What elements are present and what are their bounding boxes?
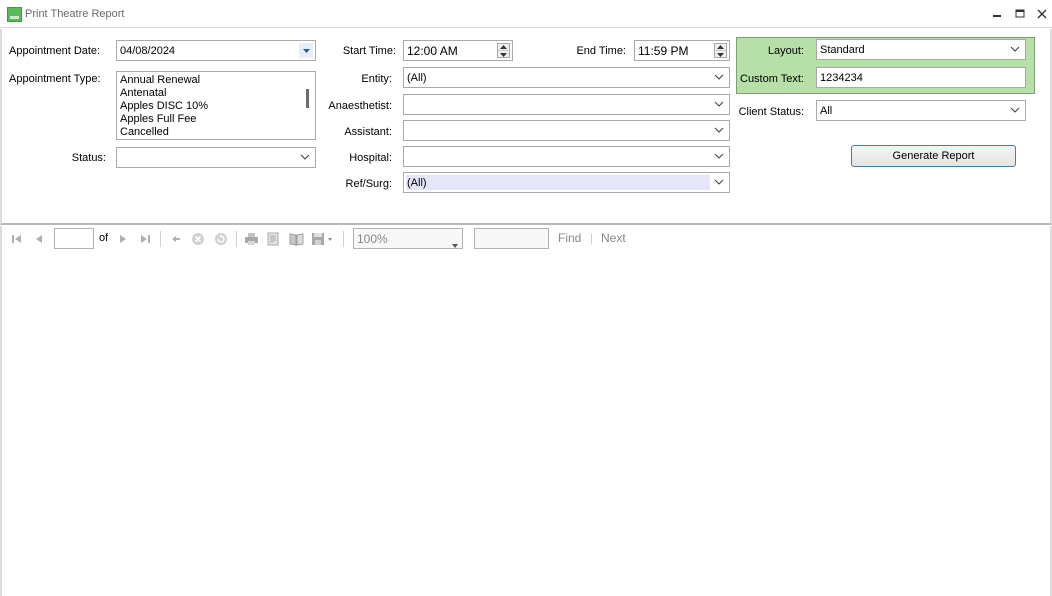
find-link[interactable]: Find bbox=[558, 231, 581, 245]
anaesthetist-select[interactable] bbox=[403, 94, 730, 115]
export-icon[interactable] bbox=[311, 231, 335, 247]
maximize-icon bbox=[1015, 9, 1025, 18]
start-time-spinner[interactable] bbox=[497, 43, 510, 58]
ref-surg-value: (All) bbox=[407, 177, 427, 189]
close-button[interactable] bbox=[1031, 5, 1052, 23]
start-time-input[interactable]: 12:00 AM bbox=[403, 40, 513, 61]
report-toolbar: of 100% Find | Next bbox=[0, 226, 1052, 251]
layout-label: Layout: bbox=[767, 45, 804, 57]
find-separator: | bbox=[590, 231, 594, 245]
client-status-select[interactable]: All bbox=[816, 100, 1026, 121]
toolbar-separator bbox=[343, 231, 344, 247]
toolbar-separator bbox=[236, 231, 237, 247]
chevron-down-icon bbox=[714, 99, 724, 109]
anaesthetist-label: Anaesthetist: bbox=[328, 100, 392, 112]
print-layout-icon[interactable] bbox=[265, 231, 281, 247]
last-page-icon[interactable] bbox=[137, 231, 153, 247]
print-icon[interactable] bbox=[243, 231, 259, 247]
custom-text-input[interactable]: 1234234 bbox=[816, 67, 1026, 88]
custom-text-label: Custom Text: bbox=[740, 73, 804, 85]
hospital-select[interactable] bbox=[403, 146, 730, 167]
list-item[interactable]: Annual Renewal bbox=[117, 74, 315, 87]
status-label: Status: bbox=[71, 152, 106, 164]
page-setup-icon[interactable] bbox=[288, 231, 304, 247]
ref-surg-select[interactable]: (All) bbox=[403, 172, 730, 193]
layout-value: Standard bbox=[820, 44, 865, 56]
selection-highlight bbox=[406, 175, 710, 190]
minimize-button[interactable] bbox=[986, 5, 1008, 23]
back-icon[interactable] bbox=[168, 231, 184, 247]
find-input[interactable] bbox=[474, 228, 549, 249]
generate-report-button[interactable]: Generate Report bbox=[851, 145, 1016, 167]
maximize-button[interactable] bbox=[1009, 5, 1031, 23]
previous-page-icon[interactable] bbox=[31, 231, 47, 247]
appointment-date-picker[interactable]: 04/08/2024 bbox=[116, 40, 316, 61]
appointment-date-value: 04/08/2024 bbox=[120, 45, 176, 57]
spin-up-icon[interactable] bbox=[715, 44, 726, 51]
chevron-down-icon bbox=[714, 125, 724, 135]
spin-down-icon[interactable] bbox=[498, 51, 509, 58]
start-time-value: 12:00 AM bbox=[407, 44, 458, 58]
list-item[interactable]: Cancelled bbox=[117, 126, 315, 139]
first-page-icon[interactable] bbox=[9, 231, 25, 247]
client-status-value: All bbox=[820, 105, 833, 117]
chevron-down-icon bbox=[714, 151, 724, 161]
title-bar: Print Theatre Report bbox=[0, 0, 1052, 28]
list-item[interactable]: Apples DISC 10% bbox=[117, 100, 315, 113]
list-item[interactable]: Antenatal bbox=[117, 87, 315, 100]
refresh-icon[interactable] bbox=[213, 231, 229, 247]
spin-down-icon[interactable] bbox=[715, 51, 726, 58]
list-item[interactable]: Apples Full Fee bbox=[117, 113, 315, 126]
end-time-input[interactable]: 11:59 PM bbox=[634, 40, 730, 61]
assistant-select[interactable] bbox=[403, 120, 730, 141]
toolbar-separator bbox=[160, 231, 161, 247]
minimize-icon bbox=[993, 15, 1001, 17]
entity-value: (All) bbox=[407, 72, 427, 84]
zoom-value: 100% bbox=[357, 232, 388, 246]
page-number-input[interactable] bbox=[54, 228, 94, 249]
chevron-down-icon bbox=[714, 72, 724, 82]
end-time-value: 11:59 PM bbox=[638, 44, 689, 58]
entity-label: Entity: bbox=[361, 73, 392, 85]
close-icon bbox=[1037, 9, 1047, 19]
entity-select[interactable]: (All) bbox=[403, 67, 730, 88]
appointment-type-list[interactable]: Annual Renewal Antenatal Apples DISC 10%… bbox=[116, 71, 316, 140]
spin-up-icon[interactable] bbox=[498, 44, 509, 51]
end-time-label: End Time: bbox=[576, 45, 626, 57]
chevron-down-icon bbox=[452, 237, 458, 251]
assistant-label: Assistant: bbox=[344, 126, 392, 138]
next-page-icon[interactable] bbox=[115, 231, 131, 247]
app-icon bbox=[7, 7, 22, 22]
chevron-down-icon bbox=[1010, 44, 1020, 54]
chevron-down-icon bbox=[1010, 105, 1020, 115]
appointment-date-label: Appointment Date: bbox=[9, 45, 101, 57]
hospital-label: Hospital: bbox=[349, 152, 392, 164]
client-status-label: Client Status: bbox=[738, 106, 804, 118]
next-link[interactable]: Next bbox=[601, 231, 626, 245]
ref-surg-label: Ref/Surg: bbox=[345, 178, 392, 190]
zoom-select[interactable]: 100% bbox=[353, 228, 463, 249]
chevron-down-icon bbox=[714, 177, 724, 187]
window-title: Print Theatre Report bbox=[25, 8, 125, 20]
appointment-type-label: Appointment Type: bbox=[9, 73, 101, 85]
end-time-spinner[interactable] bbox=[714, 43, 727, 58]
stop-icon[interactable] bbox=[190, 231, 206, 247]
status-select[interactable] bbox=[116, 147, 316, 168]
start-time-label: Start Time: bbox=[342, 45, 396, 57]
report-viewer-area[interactable] bbox=[0, 251, 1052, 596]
page-of-label: of bbox=[99, 232, 109, 244]
layout-select[interactable]: Standard bbox=[816, 39, 1026, 60]
